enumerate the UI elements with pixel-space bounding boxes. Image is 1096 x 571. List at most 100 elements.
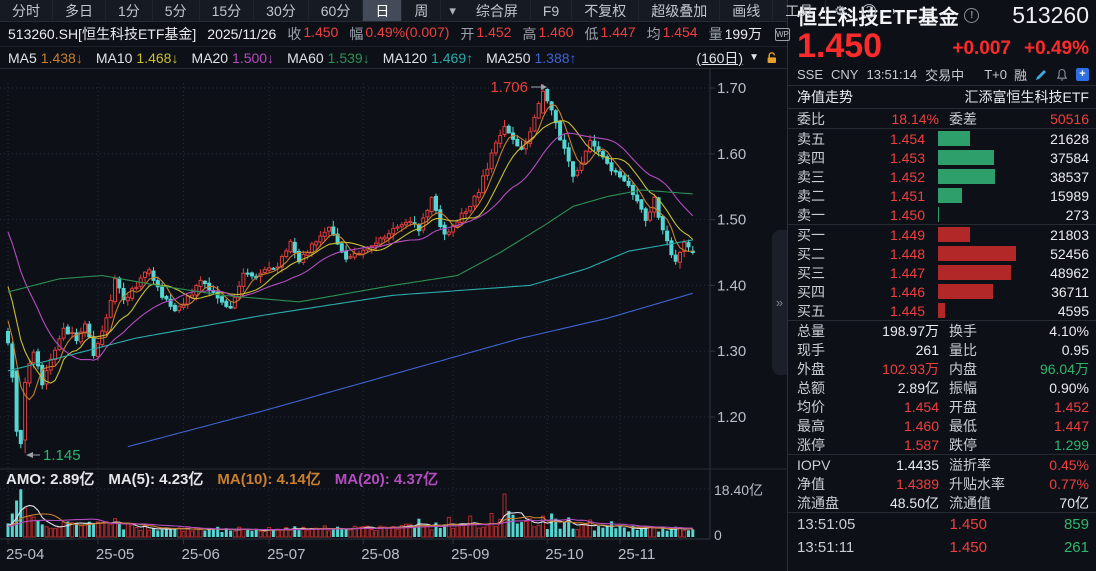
stat-row-zuigao: 最高1.460最低1.447 <box>788 416 1096 435</box>
level-qty: 21628 <box>1050 131 1089 147</box>
level-price: 1.449 <box>839 227 925 243</box>
help-icon[interactable]: ? <box>862 4 876 18</box>
depth-bar-track <box>938 207 1018 222</box>
period-tab-30min[interactable]: 30分 <box>254 0 309 21</box>
tick-row: 13:51:051.450859 <box>797 513 1089 536</box>
info-icon[interactable]: ! <box>964 8 979 23</box>
currency-label: CNY <box>831 67 858 82</box>
period-tab-duoril[interactable]: 多日 <box>53 0 106 21</box>
svg-text:18.40亿: 18.40亿 <box>714 482 763 498</box>
stat-label: 内盘 <box>939 359 1005 379</box>
gear-icon[interactable]: ⚙ <box>826 3 854 19</box>
unlock-icon[interactable] <box>765 51 779 65</box>
pencil-icon[interactable] <box>1034 68 1048 82</box>
plus-icon[interactable]: + <box>1076 68 1089 81</box>
depth-bar-track <box>938 284 1018 299</box>
level-label: 卖二 <box>797 186 839 206</box>
high-annotation: 1.706 <box>490 79 547 96</box>
tool-toolbox[interactable]: 工具 <box>773 0 826 21</box>
period-tab-5min[interactable]: 5分 <box>153 0 200 21</box>
depth-bar <box>938 246 1016 261</box>
level-price: 1.453 <box>839 150 925 166</box>
candlesticks <box>7 84 695 453</box>
low-field: 低1.447 <box>585 24 636 44</box>
level-label: 卖一 <box>797 205 839 225</box>
level-qty: 37584 <box>1050 150 1089 166</box>
collapse-panel-handle[interactable]: » <box>772 230 787 375</box>
period-tab-60min[interactable]: 60分 <box>309 0 364 21</box>
stat-value: 1.460 <box>855 418 939 434</box>
tab-nav-trend[interactable]: 净值走势 <box>797 87 853 107</box>
stat-value: 1.587 <box>855 437 939 453</box>
wp-icon[interactable]: WP <box>775 28 790 41</box>
daily-kline-chart[interactable]: 1.701.601.501.401.301.2018.40亿025-0425-0… <box>0 69 788 570</box>
change-field: 幅0.49%(0.007) <box>349 24 449 44</box>
stat-value: 102.93万 <box>855 359 939 379</box>
ma-legend-ma60: MA601.539↓ <box>287 50 370 66</box>
chart-column: 分时多日1分5分15分30分60分日周 ▾ 综合屏F9不复权超级叠加画线工具⚙?… <box>0 0 788 571</box>
level-price: 1.450 <box>839 207 925 223</box>
tool-super-overlay[interactable]: 超级叠加 <box>639 0 720 21</box>
stat-label: 振幅 <box>939 378 1005 398</box>
svg-text:1.706: 1.706 <box>490 79 528 96</box>
level-price: 1.452 <box>839 169 925 185</box>
stat-label: 流通盘 <box>797 493 855 513</box>
tick-time: 13:51:11 <box>797 539 883 556</box>
stat-label: 跌停 <box>939 435 1005 455</box>
ask-row-ask2[interactable]: 卖二1.45115989 <box>797 186 1089 205</box>
stat-row-zonge: 总额2.89亿振幅0.90% <box>788 378 1096 397</box>
stat-row-junjia: 均价1.454开盘1.452 <box>788 397 1096 416</box>
margin-badge: 融 <box>1014 65 1027 84</box>
period-tab-15min[interactable]: 15分 <box>200 0 255 21</box>
range-label[interactable]: (160日) <box>696 48 743 68</box>
tool-no-adjust[interactable]: 不复权 <box>572 0 639 21</box>
ma-legend-ma120: MA1201.469↑ <box>383 50 473 66</box>
more-periods-dropdown-icon[interactable]: ▾ <box>441 3 464 19</box>
tool-composite[interactable]: 综合屏 <box>464 0 531 21</box>
chevron-down-icon[interactable]: ▼ <box>749 52 759 63</box>
nav-tab-row[interactable]: 净值走势 汇添富恒生科技ETF <box>788 86 1096 108</box>
stat-value: 4.10% <box>1005 323 1089 339</box>
stat-value: 70亿 <box>1005 493 1089 513</box>
svg-text:1.20: 1.20 <box>717 409 746 426</box>
high-field: 高1.460 <box>522 24 573 44</box>
bid-row-bid1[interactable]: 买一1.44921803 <box>797 225 1089 244</box>
ask-row-ask5[interactable]: 卖五1.45421628 <box>797 129 1089 148</box>
stat-label: 升贴水率 <box>939 474 1005 494</box>
stat-label: 流通值 <box>939 493 1005 513</box>
ask-row-ask3[interactable]: 卖三1.45238537 <box>797 167 1089 186</box>
ma-value: 1.539↓ <box>328 50 370 66</box>
weicha-label: 委差 <box>939 109 1005 129</box>
fund-full-name: 汇添富恒生科技ETF <box>965 87 1089 107</box>
level-label: 买一 <box>797 225 839 245</box>
volume-bars <box>7 489 695 537</box>
period-tab-fenshi[interactable]: 分时 <box>0 0 53 21</box>
bell-icon[interactable] <box>1055 68 1069 82</box>
depth-bar-track <box>938 265 1018 280</box>
chart-grid <box>0 83 710 536</box>
bid-row-bid5[interactable]: 买五1.4454595 <box>797 301 1089 320</box>
stat-value: 48.50亿 <box>855 493 939 513</box>
bid-row-bid2[interactable]: 买二1.44852456 <box>797 244 1089 263</box>
ma-label: MA20 <box>191 50 228 66</box>
bid-row-bid4[interactable]: 买四1.44636711 <box>797 282 1089 301</box>
tool-draw-line[interactable]: 画线 <box>720 0 773 21</box>
bid-row-bid3[interactable]: 买三1.44748962 <box>797 263 1089 282</box>
range-selector[interactable]: (160日) ▼ <box>696 48 779 68</box>
stat-label: 最低 <box>939 416 1005 436</box>
svg-text:1.60: 1.60 <box>717 146 746 163</box>
period-tab-day[interactable]: 日 <box>363 0 402 21</box>
tool-f9[interactable]: F9 <box>531 0 572 21</box>
toolbar-tools: 综合屏F9不复权超级叠加画线工具⚙? › <box>464 0 914 21</box>
chevron-right-icon[interactable]: › <box>884 3 904 18</box>
stat-value: 0.95 <box>1005 342 1089 358</box>
quote-info-bar: 513260.SH[恒生科技ETF基金] 2025/11/26 收1.450 幅… <box>0 22 787 47</box>
depth-bar <box>938 284 993 299</box>
period-tab-week[interactable]: 周 <box>402 0 441 21</box>
ask-row-ask1[interactable]: 卖一1.450273 <box>797 205 1089 224</box>
period-tab-1min[interactable]: 1分 <box>106 0 153 21</box>
volume-field: 量199万 <box>709 24 762 44</box>
ask-row-ask4[interactable]: 卖四1.45337584 <box>797 148 1089 167</box>
depth-bar-track <box>938 169 1018 184</box>
stat-value: 1.4389 <box>855 476 939 492</box>
